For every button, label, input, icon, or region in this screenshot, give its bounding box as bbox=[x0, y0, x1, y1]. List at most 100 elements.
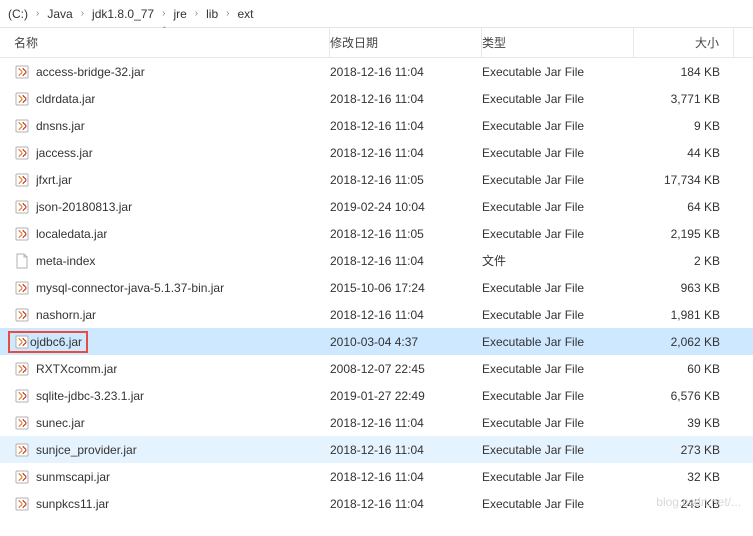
file-date-cell: 2018-12-16 11:05 bbox=[330, 227, 482, 241]
sort-ascending-icon: ˆ bbox=[163, 26, 166, 35]
column-header-size[interactable]: 大小 bbox=[634, 28, 734, 57]
jar-file-icon bbox=[14, 226, 30, 242]
file-name-label: json-20180813.jar bbox=[36, 200, 132, 214]
file-name-label: cldrdata.jar bbox=[36, 92, 95, 106]
file-row[interactable]: sunpkcs11.jar2018-12-16 11:04Executable … bbox=[0, 490, 753, 517]
file-date-cell: 2018-12-16 11:04 bbox=[330, 119, 482, 133]
column-header-label: 大小 bbox=[695, 34, 719, 51]
chevron-right-icon: › bbox=[75, 8, 90, 19]
jar-file-icon bbox=[14, 64, 30, 80]
file-name-cell[interactable]: jaccess.jar bbox=[0, 145, 330, 161]
jar-file-icon bbox=[14, 361, 30, 377]
column-header-name[interactable]: ˆ 名称 bbox=[0, 28, 330, 57]
file-row[interactable]: cldrdata.jar 2018-12-16 11:04Executable J… bbox=[0, 85, 753, 112]
file-date-cell: 2018-12-16 11:04 bbox=[330, 92, 482, 106]
breadcrumb-item[interactable]: Java bbox=[45, 7, 74, 21]
file-type-cell: Executable Jar File bbox=[482, 335, 634, 349]
file-size-cell: 273 KB bbox=[634, 443, 734, 457]
file-date-cell: 2008-12-07 22:45 bbox=[330, 362, 482, 376]
breadcrumb-item[interactable]: ext bbox=[236, 7, 256, 21]
file-row[interactable]: sunec.jar2018-12-16 11:04Executable Jar … bbox=[0, 409, 753, 436]
file-name-cell[interactable]: ojdbc6.jar bbox=[0, 331, 330, 353]
file-name-cell[interactable]: cldrdata.jar bbox=[0, 91, 330, 107]
file-date-cell: 2018-12-16 11:04 bbox=[330, 416, 482, 430]
file-type-cell: Executable Jar File bbox=[482, 92, 634, 106]
file-type-cell: Executable Jar File bbox=[482, 281, 634, 295]
file-row[interactable]: sqlite-jdbc-3.23.1.jar2019-01-27 22:49Ex… bbox=[0, 382, 753, 409]
file-name-label: access-bridge-32.jar bbox=[36, 65, 145, 79]
file-type-cell: 文件 bbox=[482, 252, 634, 269]
file-size-cell: 6,576 KB bbox=[634, 389, 734, 403]
file-name-cell[interactable]: sunpkcs11.jar bbox=[0, 496, 330, 512]
file-size-cell: 44 KB bbox=[634, 146, 734, 160]
file-date-cell: 2018-12-16 11:04 bbox=[330, 497, 482, 511]
file-name-cell[interactable]: localedata.jar bbox=[0, 226, 330, 242]
file-name-label: mysql-connector-java-5.1.37-bin.jar bbox=[36, 281, 224, 295]
file-date-cell: 2018-12-16 11:04 bbox=[330, 146, 482, 160]
file-row[interactable]: jfxrt.jar2018-12-16 11:05Executable Jar … bbox=[0, 166, 753, 193]
file-row[interactable]: meta-index 2018-12-16 11:04文件2 KB bbox=[0, 247, 753, 274]
file-size-cell: 39 KB bbox=[634, 416, 734, 430]
breadcrumb-item[interactable]: jdk1.8.0_77 bbox=[90, 7, 156, 21]
file-size-cell: 2,195 KB bbox=[634, 227, 734, 241]
file-row[interactable]: mysql-connector-java-5.1.37-bin.jar2015-… bbox=[0, 274, 753, 301]
file-name-label: RXTXcomm.jar bbox=[36, 362, 117, 376]
file-row[interactable]: sunmscapi.jar2018-12-16 11:04Executable … bbox=[0, 463, 753, 490]
chevron-right-icon: › bbox=[189, 8, 204, 19]
file-row[interactable]: sunjce_provider.jar2018-12-16 11:04Execu… bbox=[0, 436, 753, 463]
file-name-cell[interactable]: sunjce_provider.jar bbox=[0, 442, 330, 458]
file-name-cell[interactable]: sqlite-jdbc-3.23.1.jar bbox=[0, 388, 330, 404]
file-size-cell: 2,062 KB bbox=[634, 335, 734, 349]
breadcrumb-item[interactable]: lib bbox=[204, 7, 220, 21]
file-name-label: dnsns.jar bbox=[36, 119, 85, 133]
file-row[interactable]: jaccess.jar2018-12-16 11:04Executable Ja… bbox=[0, 139, 753, 166]
column-header-type[interactable]: 类型 bbox=[482, 28, 634, 57]
file-row[interactable]: RXTXcomm.jar2008-12-07 22:45Executable J… bbox=[0, 355, 753, 382]
generic-file-icon bbox=[14, 253, 30, 269]
file-name-label: localedata.jar bbox=[36, 227, 107, 241]
chevron-right-icon: › bbox=[30, 8, 45, 19]
breadcrumb-item[interactable]: (C:) bbox=[6, 7, 30, 21]
file-row[interactable]: json-20180813.jar2019-02-24 10:04Executa… bbox=[0, 193, 753, 220]
breadcrumb-item[interactable]: jre bbox=[171, 7, 188, 21]
jar-file-icon bbox=[14, 415, 30, 431]
file-name-label: ojdbc6.jar bbox=[30, 335, 82, 349]
file-name-cell[interactable]: jfxrt.jar bbox=[0, 172, 330, 188]
file-name-cell[interactable]: RXTXcomm.jar bbox=[0, 361, 330, 377]
file-name-cell[interactable]: meta-index bbox=[0, 253, 330, 269]
file-row[interactable]: localedata.jar 2018-12-16 11:05Executable… bbox=[0, 220, 753, 247]
file-date-cell: 2018-12-16 11:04 bbox=[330, 308, 482, 322]
file-type-cell: Executable Jar File bbox=[482, 227, 634, 241]
jar-file-icon bbox=[14, 496, 30, 512]
file-row[interactable]: nashorn.jar2018-12-16 11:04Executable Ja… bbox=[0, 301, 753, 328]
file-name-cell[interactable]: dnsns.jar bbox=[0, 118, 330, 134]
file-row[interactable]: ojdbc6.jar2010-03-04 4:37Executable Jar … bbox=[0, 328, 753, 355]
jar-file-icon bbox=[14, 172, 30, 188]
file-name-cell[interactable]: sunmscapi.jar bbox=[0, 469, 330, 485]
file-list: access-bridge-32.jar2018-12-16 11:04Exec… bbox=[0, 58, 753, 517]
file-date-cell: 2018-12-16 11:04 bbox=[330, 254, 482, 268]
file-type-cell: Executable Jar File bbox=[482, 308, 634, 322]
file-date-cell: 2018-12-16 11:05 bbox=[330, 173, 482, 187]
file-type-cell: Executable Jar File bbox=[482, 119, 634, 133]
file-name-label: sunec.jar bbox=[36, 416, 85, 430]
file-row[interactable]: dnsns.jar 2018-12-16 11:04Executable Jar … bbox=[0, 112, 753, 139]
file-name-cell[interactable]: sunec.jar bbox=[0, 415, 330, 431]
file-date-cell: 2018-12-16 11:04 bbox=[330, 443, 482, 457]
jar-file-icon bbox=[14, 91, 30, 107]
file-name-cell[interactable]: nashorn.jar bbox=[0, 307, 330, 323]
file-size-cell: 184 KB bbox=[634, 65, 734, 79]
file-size-cell: 2 KB bbox=[634, 254, 734, 268]
breadcrumb[interactable]: (C:) › Java › jdk1.8.0_77 › jre › lib › … bbox=[0, 0, 753, 28]
file-name-label: jfxrt.jar bbox=[36, 173, 72, 187]
file-date-cell: 2018-12-16 11:04 bbox=[330, 65, 482, 79]
file-date-cell: 2019-02-24 10:04 bbox=[330, 200, 482, 214]
file-name-label: meta-index bbox=[36, 254, 95, 268]
column-header-date[interactable]: 修改日期 bbox=[330, 28, 482, 57]
file-row[interactable]: access-bridge-32.jar2018-12-16 11:04Exec… bbox=[0, 58, 753, 85]
file-name-cell[interactable]: access-bridge-32.jar bbox=[0, 64, 330, 80]
file-name-cell[interactable]: mysql-connector-java-5.1.37-bin.jar bbox=[0, 280, 330, 296]
file-size-cell: 9 KB bbox=[634, 119, 734, 133]
file-name-cell[interactable]: json-20180813.jar bbox=[0, 199, 330, 215]
file-size-cell: 963 KB bbox=[634, 281, 734, 295]
